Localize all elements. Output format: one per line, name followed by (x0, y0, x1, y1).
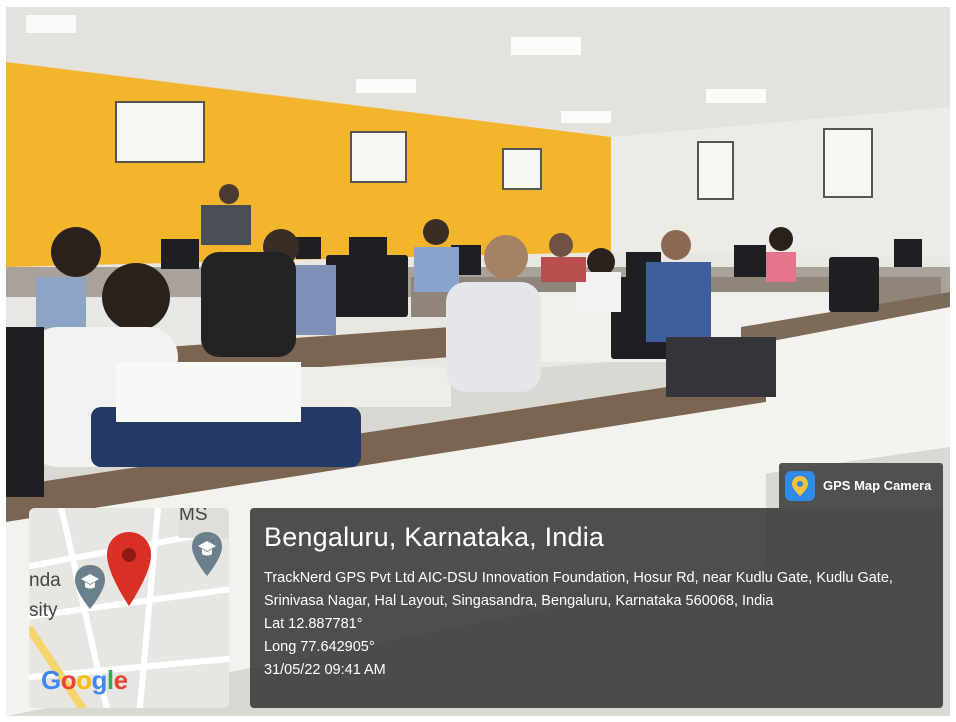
datetime-text: 31/05/22 09:41 AM (264, 662, 386, 678)
graduation-cap-icon-left (73, 563, 107, 616)
google-letter: o (76, 665, 92, 695)
map-label-sity: sity (29, 600, 58, 621)
graduation-cap-icon-right (190, 530, 224, 583)
google-logo: Google (41, 665, 128, 696)
google-letter: G (41, 665, 61, 695)
google-letter: o (60, 665, 77, 695)
gps-camera-icon (785, 470, 815, 501)
location-info-panel: Bengaluru, Karnataka, India TrackNerd GP… (250, 508, 943, 708)
gps-camera-label: GPS Map Camera (823, 478, 932, 493)
google-letter: e (113, 665, 128, 695)
gps-camera-badge: GPS Map Camera (779, 463, 943, 508)
location-pin-icon (105, 530, 153, 615)
map-label-nda: nda (29, 570, 61, 591)
google-letter: l (106, 665, 114, 695)
latitude-text: Lat 12.887781° (264, 616, 363, 632)
location-map: MS nda sity Google (29, 508, 229, 708)
google-letter: g (91, 665, 108, 695)
map-label-ms: MS (179, 508, 208, 525)
longitude-text: Long 77.642905° (264, 639, 375, 655)
location-title: Bengaluru, Karnataka, India (264, 522, 605, 552)
location-address: TrackNerd GPS Pvt Ltd AIC-DSU Innovation… (264, 570, 893, 609)
